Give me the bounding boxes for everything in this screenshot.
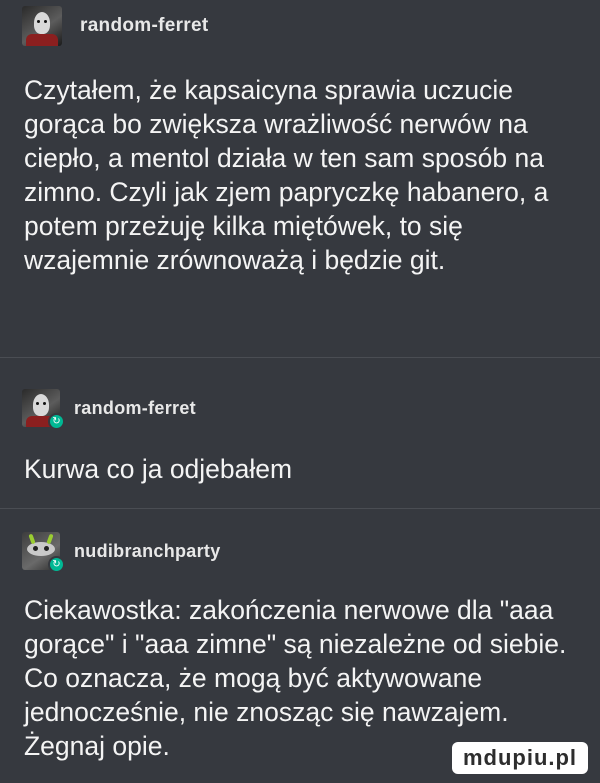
post-text: Ciekawostka: zakończenia nerwowe dla "aa… bbox=[24, 595, 567, 761]
username[interactable]: random-ferret bbox=[80, 15, 208, 37]
site-watermark: mdupiu.pl bbox=[452, 742, 588, 774]
post-header: random-ferret bbox=[22, 4, 208, 48]
post-2: ↻ random-ferret Kurwa co ja odjebałem bbox=[0, 358, 600, 508]
post-header: ↻ random-ferret bbox=[22, 386, 196, 430]
reblog-badge-icon: ↻ bbox=[48, 556, 65, 573]
ferret-avatar-icon[interactable] bbox=[22, 6, 62, 46]
post-1: random-ferret Czytałem, że kapsaicyna sp… bbox=[0, 0, 600, 360]
post-text: Czytałem, że kapsaicyna sprawia uczucie … bbox=[24, 75, 549, 275]
username[interactable]: random-ferret bbox=[74, 398, 196, 419]
avatar-wrapper: ↻ bbox=[22, 389, 65, 430]
post-header: ↻ nudibranchparty bbox=[22, 529, 221, 573]
reblog-badge-icon: ↻ bbox=[48, 413, 65, 430]
post-text: Kurwa co ja odjebałem bbox=[24, 454, 293, 484]
username[interactable]: nudibranchparty bbox=[74, 541, 221, 562]
avatar-wrapper: ↻ bbox=[22, 532, 65, 573]
